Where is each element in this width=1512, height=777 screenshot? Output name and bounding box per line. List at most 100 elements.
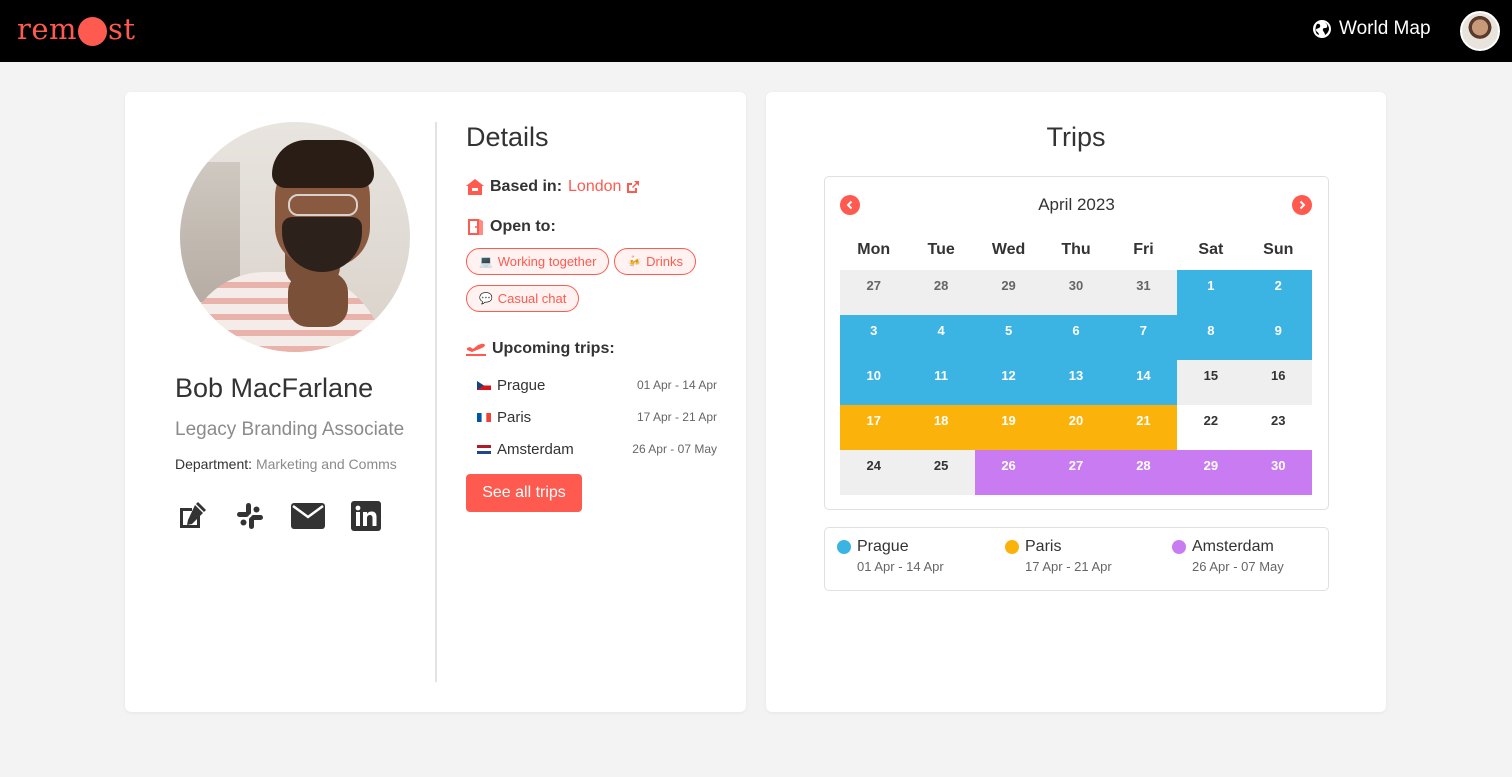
trip-dates: 26 Apr - 07 May bbox=[632, 442, 717, 456]
calendar-day[interactable]: 27 bbox=[840, 270, 908, 315]
calendar-day[interactable]: 21 bbox=[1109, 405, 1178, 450]
logo-text-end: st bbox=[108, 12, 136, 46]
calendar-day[interactable]: 28 bbox=[1109, 450, 1178, 495]
top-navbar: rem st World Map bbox=[0, 0, 1512, 62]
calendar-day[interactable]: 27 bbox=[1042, 450, 1110, 495]
calendar-day[interactable]: 8 bbox=[1177, 315, 1245, 360]
calendar-day[interactable]: 13 bbox=[1042, 360, 1110, 405]
calendar-day[interactable]: 14 bbox=[1109, 360, 1178, 405]
logo-text-start: rem bbox=[17, 12, 78, 46]
details-title: Details bbox=[466, 122, 549, 152]
see-all-trips-button[interactable]: See all trips bbox=[466, 474, 582, 512]
legend-color-dot bbox=[1005, 540, 1019, 554]
trips-calendar: April 2023 Mon Tue Wed Thu Fri Sat Sun 2… bbox=[824, 176, 1329, 510]
calendar-day[interactable]: 19 bbox=[974, 405, 1043, 450]
trip-item[interactable]: Prague 01 Apr - 14 Apr bbox=[477, 369, 717, 401]
world-map-link[interactable]: World Map bbox=[1312, 18, 1431, 40]
calendar-day[interactable]: 18 bbox=[907, 405, 975, 450]
trip-item[interactable]: Amsterdam 26 Apr - 07 May bbox=[477, 433, 717, 465]
calendar-day[interactable]: 17 bbox=[840, 405, 908, 450]
calendar-day[interactable]: 20 bbox=[1042, 405, 1110, 450]
trips-card: Trips April 2023 Mon Tue Wed Thu Fri Sat… bbox=[766, 92, 1386, 712]
linkedin-icon[interactable] bbox=[349, 499, 383, 533]
calendar-day[interactable]: 23 bbox=[1244, 405, 1312, 450]
czech-flag-icon bbox=[477, 380, 491, 390]
calendar-day[interactable]: 30 bbox=[1042, 270, 1110, 315]
open-to-chips: 💻 Working together 🍻 Drinks 💬 Casual chat bbox=[466, 248, 726, 312]
upcoming-trips-row: Upcoming trips: bbox=[466, 340, 615, 358]
profile-name: Bob MacFarlane bbox=[175, 373, 374, 403]
home-icon bbox=[466, 179, 484, 195]
calendar-day[interactable]: 3 bbox=[840, 315, 908, 360]
calendar-days-grid: 27 28 29 30 31 1 2 3 4 5 6 7 8 9 10 11 12 13 14 15 16 17 18 19 2… bbox=[840, 270, 1312, 495]
upcoming-trips-label: Upcoming trips: bbox=[492, 340, 615, 357]
legend-dates: 26 Apr - 07 May bbox=[1192, 559, 1284, 574]
chip-working-together[interactable]: 💻 Working together bbox=[466, 248, 610, 275]
calendar-day[interactable]: 9 bbox=[1244, 315, 1312, 360]
based-in-label: Based in: bbox=[490, 178, 563, 195]
social-links bbox=[175, 499, 383, 533]
calendar-next-button[interactable] bbox=[1292, 195, 1312, 215]
world-map-label: World Map bbox=[1339, 18, 1431, 39]
chevron-right-icon bbox=[1299, 200, 1306, 210]
chip-label: Casual chat bbox=[497, 291, 567, 306]
calendar-day[interactable]: 7 bbox=[1109, 315, 1178, 360]
email-icon[interactable] bbox=[291, 499, 325, 533]
weekday-label: Wed bbox=[991, 241, 1026, 258]
calendar-day[interactable]: 22 bbox=[1177, 405, 1245, 450]
based-in-row: Based in: London bbox=[466, 178, 640, 196]
calendar-weekdays: Mon Tue Wed Thu Fri Sat Sun bbox=[840, 241, 1312, 259]
calendar-month-label: April 2023 bbox=[1038, 195, 1115, 214]
chip-casual-chat[interactable]: 💬 Casual chat bbox=[466, 285, 580, 312]
weekday-label: Mon bbox=[857, 241, 891, 258]
calendar-day[interactable]: 16 bbox=[1244, 360, 1312, 405]
user-avatar[interactable] bbox=[1460, 11, 1500, 51]
profile-card: Bob MacFarlane Legacy Branding Associate… bbox=[125, 92, 746, 712]
calendar-day[interactable]: 29 bbox=[1177, 450, 1245, 495]
calendar-day[interactable]: 29 bbox=[974, 270, 1043, 315]
legend-color-dot bbox=[837, 540, 851, 554]
france-flag-icon bbox=[477, 412, 491, 422]
trip-city: Paris bbox=[497, 408, 532, 426]
trip-item[interactable]: Paris 17 Apr - 21 Apr bbox=[477, 401, 717, 433]
calendar-day[interactable]: 4 bbox=[907, 315, 975, 360]
calendar-day[interactable]: 5 bbox=[974, 315, 1043, 360]
door-open-icon bbox=[468, 219, 483, 235]
calendar-day[interactable]: 26 bbox=[974, 450, 1043, 495]
weekday-label: Sun bbox=[1263, 241, 1294, 258]
slack-icon[interactable] bbox=[233, 499, 267, 533]
calendar-day[interactable]: 1 bbox=[1177, 270, 1245, 315]
open-to-label: Open to: bbox=[490, 218, 556, 235]
calendar-day[interactable]: 31 bbox=[1109, 270, 1178, 315]
upcoming-trips-list: Prague 01 Apr - 14 Apr Paris 17 Apr - 21… bbox=[477, 369, 717, 465]
based-in-value: London bbox=[568, 178, 622, 195]
calendar-day[interactable]: 15 bbox=[1177, 360, 1245, 405]
weekday-label: Sat bbox=[1198, 241, 1224, 258]
calendar-day[interactable]: 11 bbox=[907, 360, 975, 405]
laptop-icon: 💻 bbox=[479, 256, 493, 268]
profile-department: Department: Marketing and Comms bbox=[175, 456, 397, 472]
legend-city: Prague bbox=[857, 538, 909, 555]
chip-drinks[interactable]: 🍻 Drinks bbox=[614, 248, 697, 275]
legend-dates: 01 Apr - 14 Apr bbox=[857, 559, 944, 574]
calendar-day[interactable]: 12 bbox=[974, 360, 1043, 405]
calendar-day[interactable]: 2 bbox=[1244, 270, 1312, 315]
remost-logo[interactable]: rem st bbox=[17, 12, 136, 46]
trip-city: Amsterdam bbox=[497, 440, 574, 458]
calendar-day[interactable]: 30 bbox=[1244, 450, 1312, 495]
calendar-day[interactable]: 24 bbox=[840, 450, 908, 495]
calendar-day[interactable]: 10 bbox=[840, 360, 908, 405]
external-link-icon bbox=[627, 181, 640, 193]
plane-departure-icon bbox=[466, 343, 486, 356]
calendar-day[interactable]: 25 bbox=[907, 450, 975, 495]
based-in-location-link[interactable]: London bbox=[568, 178, 640, 196]
calendar-day[interactable]: 28 bbox=[907, 270, 975, 315]
profile-role: Legacy Branding Associate bbox=[175, 419, 405, 440]
netherlands-flag-icon bbox=[477, 444, 491, 454]
calendar-day[interactable]: 6 bbox=[1042, 315, 1110, 360]
edit-icon[interactable] bbox=[175, 499, 209, 533]
profile-photo bbox=[180, 122, 410, 352]
calendar-prev-button[interactable] bbox=[840, 195, 860, 215]
weekday-label: Thu bbox=[1061, 241, 1091, 258]
legend-item: Prague 01 Apr - 14 Apr bbox=[837, 538, 944, 574]
